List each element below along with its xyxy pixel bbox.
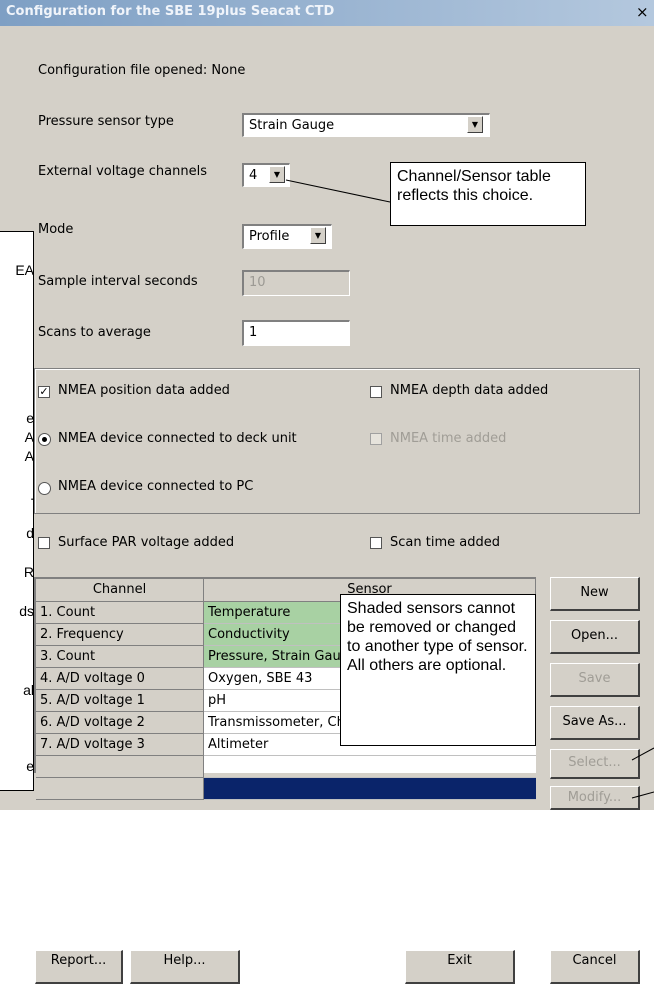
- sample-interval-input: 10: [242, 270, 350, 296]
- surface-par-label: Surface PAR voltage added: [58, 535, 235, 550]
- pressure-sensor-select[interactable]: Strain Gauge: [242, 113, 490, 137]
- scans-input[interactable]: 1: [242, 320, 350, 346]
- nmea-depth-checkbox[interactable]: [370, 386, 382, 398]
- sensor-cell[interactable]: [204, 756, 536, 778]
- scans-label: Scans to average: [38, 325, 151, 340]
- nmea-deck-unit-label: NMEA device connected to deck unit: [58, 431, 297, 446]
- window-title: Configuration for the SBE 19plus Seacat …: [6, 4, 335, 19]
- sample-interval-label: Sample interval seconds: [38, 274, 198, 289]
- channel-cell[interactable]: 7. A/D voltage 3: [36, 734, 204, 756]
- open-button[interactable]: Open...: [550, 620, 640, 654]
- channel-cell[interactable]: 1. Count: [36, 602, 204, 624]
- chevron-down-icon[interactable]: ▼: [467, 116, 483, 133]
- help-button[interactable]: Help...: [130, 950, 240, 984]
- left-note-text: .: [30, 487, 34, 503]
- nmea-pc-radio[interactable]: [38, 482, 51, 495]
- new-button[interactable]: New: [550, 577, 640, 611]
- config-file-label: Configuration file opened: None: [38, 63, 246, 78]
- nmea-pc-label: NMEA device connected to PC: [58, 479, 254, 494]
- left-note-text: EA: [15, 262, 34, 278]
- channel-cell[interactable]: 6. A/D voltage 2: [36, 712, 204, 734]
- cancel-button[interactable]: Cancel: [550, 950, 640, 984]
- nmea-position-checkbox[interactable]: ✓: [38, 386, 50, 398]
- left-note-text: A: [24, 448, 34, 464]
- left-note-text: A: [24, 429, 34, 445]
- nmea-time-checkbox: [370, 433, 382, 445]
- chevron-down-icon[interactable]: ▼: [269, 166, 285, 183]
- channel-cell[interactable]: [36, 778, 204, 800]
- channel-cell[interactable]: 4. A/D voltage 0: [36, 668, 204, 690]
- left-note-text: ds: [19, 603, 34, 619]
- chevron-down-icon[interactable]: ▼: [310, 227, 326, 244]
- left-note-text: R: [23, 564, 34, 580]
- scan-time-label: Scan time added: [390, 535, 500, 550]
- pressure-sensor-value: Strain Gauge: [249, 118, 335, 133]
- mode-value: Profile: [249, 229, 290, 244]
- report-button[interactable]: Report...: [35, 950, 123, 984]
- channel-cell[interactable]: 5. A/D voltage 1: [36, 690, 204, 712]
- shaded-sensors-callout: Shaded sensors cannot be removed or chan…: [340, 594, 536, 746]
- surface-par-checkbox[interactable]: [38, 537, 50, 549]
- pressure-sensor-label: Pressure sensor type: [38, 114, 174, 129]
- radio-dot-icon: [42, 437, 47, 442]
- ext-voltage-value: 4: [249, 168, 258, 183]
- modify-button[interactable]: Modify...: [550, 786, 640, 810]
- channel-header: Channel: [36, 579, 204, 602]
- mode-label: Mode: [38, 222, 74, 237]
- nmea-time-label: NMEA time added: [390, 431, 507, 446]
- close-icon[interactable]: ×: [636, 3, 654, 21]
- nmea-depth-label: NMEA depth data added: [390, 383, 549, 398]
- channel-cell[interactable]: [36, 756, 204, 778]
- nmea-position-label: NMEA position data added: [58, 383, 230, 398]
- exit-button[interactable]: Exit: [405, 950, 515, 984]
- ext-voltage-label: External voltage channels: [38, 164, 207, 179]
- scan-time-checkbox[interactable]: [370, 537, 382, 549]
- left-note-text: e: [26, 410, 34, 426]
- left-note-text: d: [26, 525, 34, 541]
- left-note-text: e: [26, 758, 34, 774]
- save-as-button[interactable]: Save As...: [550, 706, 640, 740]
- left-note-text: al: [23, 682, 34, 698]
- left-note-box: [0, 231, 34, 791]
- save-button[interactable]: Save: [550, 663, 640, 697]
- select-button[interactable]: Select...: [550, 749, 640, 779]
- channel-cell[interactable]: 2. Frequency: [36, 624, 204, 646]
- sensor-cell[interactable]: [204, 778, 536, 800]
- channel-table-callout: Channel/Sensor table reflects this choic…: [390, 162, 586, 226]
- nmea-deck-unit-radio[interactable]: [38, 433, 51, 446]
- channel-cell[interactable]: 3. Count: [36, 646, 204, 668]
